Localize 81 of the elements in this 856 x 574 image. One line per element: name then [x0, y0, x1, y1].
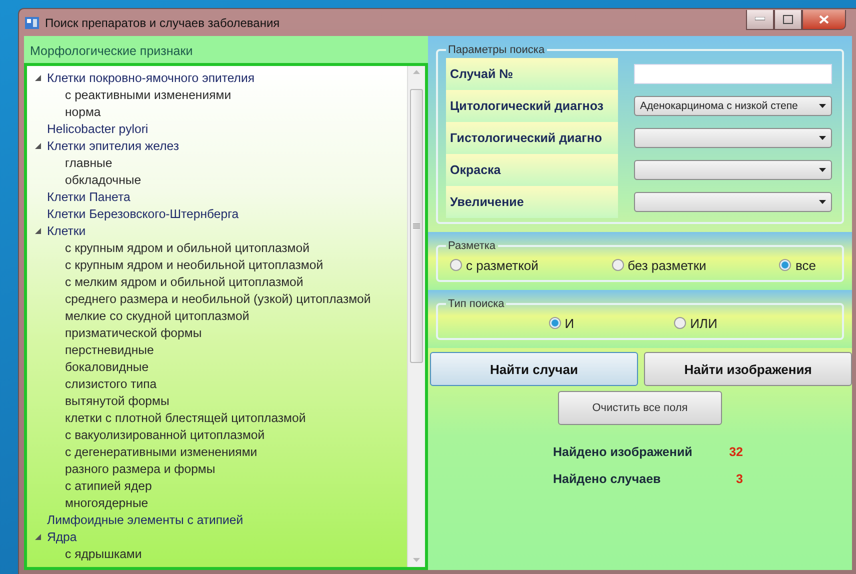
dropdown-field[interactable]	[634, 128, 832, 148]
dropdown-arrow-icon	[819, 168, 826, 172]
tree-item[interactable]: с реактивными изменениями	[65, 88, 232, 102]
radio-option[interactable]: ИЛИ	[674, 316, 718, 330]
radio-option[interactable]: с разметкой	[450, 258, 538, 272]
tree-item[interactable]: с вакуолизированной цитоплазмой	[65, 428, 265, 442]
radio-icon[interactable]	[779, 259, 792, 271]
tree-item[interactable]: с крупным ядром и обильной цитоплазмой	[65, 240, 310, 254]
tree-item[interactable]: перстневидные	[65, 342, 154, 356]
tree-item[interactable]: норма	[65, 104, 101, 118]
tree-item[interactable]: обкладочные	[65, 172, 142, 186]
scroll-down-icon[interactable]	[413, 558, 420, 563]
clear-button[interactable]: Очистить все поля	[558, 391, 722, 425]
minimize-button[interactable]	[746, 10, 774, 30]
group-title: Разметка	[447, 240, 497, 252]
tree-item[interactable]: с крупным ядром и необильной цитоплазмой	[65, 258, 324, 272]
scroll-thumb[interactable]	[410, 89, 423, 363]
case-number-field[interactable]	[634, 64, 832, 84]
expander-icon[interactable]	[34, 142, 42, 150]
field-label: Увеличение	[446, 186, 618, 218]
tree-item[interactable]: среднего размера и необильной (узкой) цитоплазмой	[65, 292, 371, 306]
tree-item[interactable]: с атипией ядер	[65, 478, 152, 492]
tree-item[interactable]: Клетки эпителия желез	[47, 138, 179, 152]
dropdown-arrow-icon	[819, 104, 826, 108]
app-icon	[25, 16, 39, 30]
maximize-button[interactable]	[774, 10, 802, 30]
radio-option[interactable]: И	[548, 316, 574, 330]
result-count: 32	[728, 445, 743, 459]
tree-item[interactable]: главные	[65, 156, 112, 170]
expander-icon[interactable]	[34, 532, 42, 540]
dropdown-field[interactable]: Аденокарцинома с низкой степе	[634, 96, 832, 116]
grip-icon	[413, 223, 420, 229]
maximize-icon	[783, 14, 793, 24]
dropdown-arrow-icon	[819, 200, 826, 204]
close-button[interactable]	[802, 10, 846, 30]
result-label: Найдено случаев	[553, 472, 662, 486]
tree-item[interactable]: с дегенеративными изменениями	[65, 444, 258, 458]
minimize-icon	[755, 17, 765, 21]
tree-item[interactable]: Лимфоидные элементы с атипией	[47, 512, 244, 526]
search-button[interactable]: Найти изображения	[644, 352, 852, 386]
search-button[interactable]: Найти случаи	[430, 352, 638, 386]
tree-item[interactable]: Клетки Панета	[47, 190, 130, 204]
field-label: Случай №	[446, 58, 618, 90]
dropdown-field[interactable]	[634, 192, 832, 212]
group-title: Параметры поиска	[447, 44, 546, 56]
tree-item[interactable]: бокаловидные	[65, 360, 149, 374]
tree-item[interactable]: с ядрышками	[65, 546, 142, 560]
tree-item[interactable]: разного размера и формы	[65, 462, 216, 476]
scrollbar[interactable]	[407, 66, 425, 567]
field-label: Цитологический диагноз	[446, 90, 618, 122]
tree-item[interactable]: многоядерные	[65, 496, 148, 510]
tree-item[interactable]: призматической формы	[65, 326, 202, 340]
panel-title: Морфологические признаки	[29, 43, 194, 60]
tree-item[interactable]: вытянутой формы	[65, 394, 170, 408]
close-icon	[819, 14, 829, 24]
radio-option[interactable]: без разметки	[612, 258, 706, 272]
field-label: Гистологический диагно	[446, 122, 618, 154]
tree-item[interactable]: слизистого типа	[65, 376, 157, 390]
tree-item[interactable]: с мелким ядром и обильной цитоплазмой	[65, 274, 304, 288]
dropdown-field[interactable]	[634, 160, 832, 180]
tree-item[interactable]: мелкие со скудной цитоплазмой	[65, 308, 250, 322]
tree-item[interactable]: клетки с плотной блестящей цитоплазмой	[65, 410, 306, 424]
tree-item[interactable]: Клетки покровно-ямочного эпителия	[47, 70, 254, 84]
tree-item[interactable]: Клетки	[47, 224, 86, 238]
radio-option[interactable]: все	[779, 258, 816, 272]
tree-item[interactable]: Helicobacter pylori	[47, 122, 148, 136]
radio-icon[interactable]	[674, 317, 686, 329]
tree-item[interactable]: Ядра	[47, 530, 77, 544]
expander-icon[interactable]	[34, 74, 42, 82]
group-title: Тип поиска	[447, 298, 506, 310]
radio-icon[interactable]	[450, 259, 462, 271]
result-count: 3	[735, 472, 743, 486]
radio-icon[interactable]	[548, 317, 561, 329]
window-title: Поиск препаратов и случаев заболевания	[45, 16, 281, 30]
dropdown-arrow-icon	[819, 136, 826, 140]
radio-icon[interactable]	[612, 259, 624, 271]
tree-item[interactable]: Клетки Березовского-Штернберга	[47, 206, 239, 220]
scroll-up-icon[interactable]	[413, 70, 420, 75]
field-label: Окраска	[446, 154, 618, 186]
expander-icon[interactable]	[34, 226, 42, 234]
result-label: Найдено изображений	[553, 445, 694, 459]
